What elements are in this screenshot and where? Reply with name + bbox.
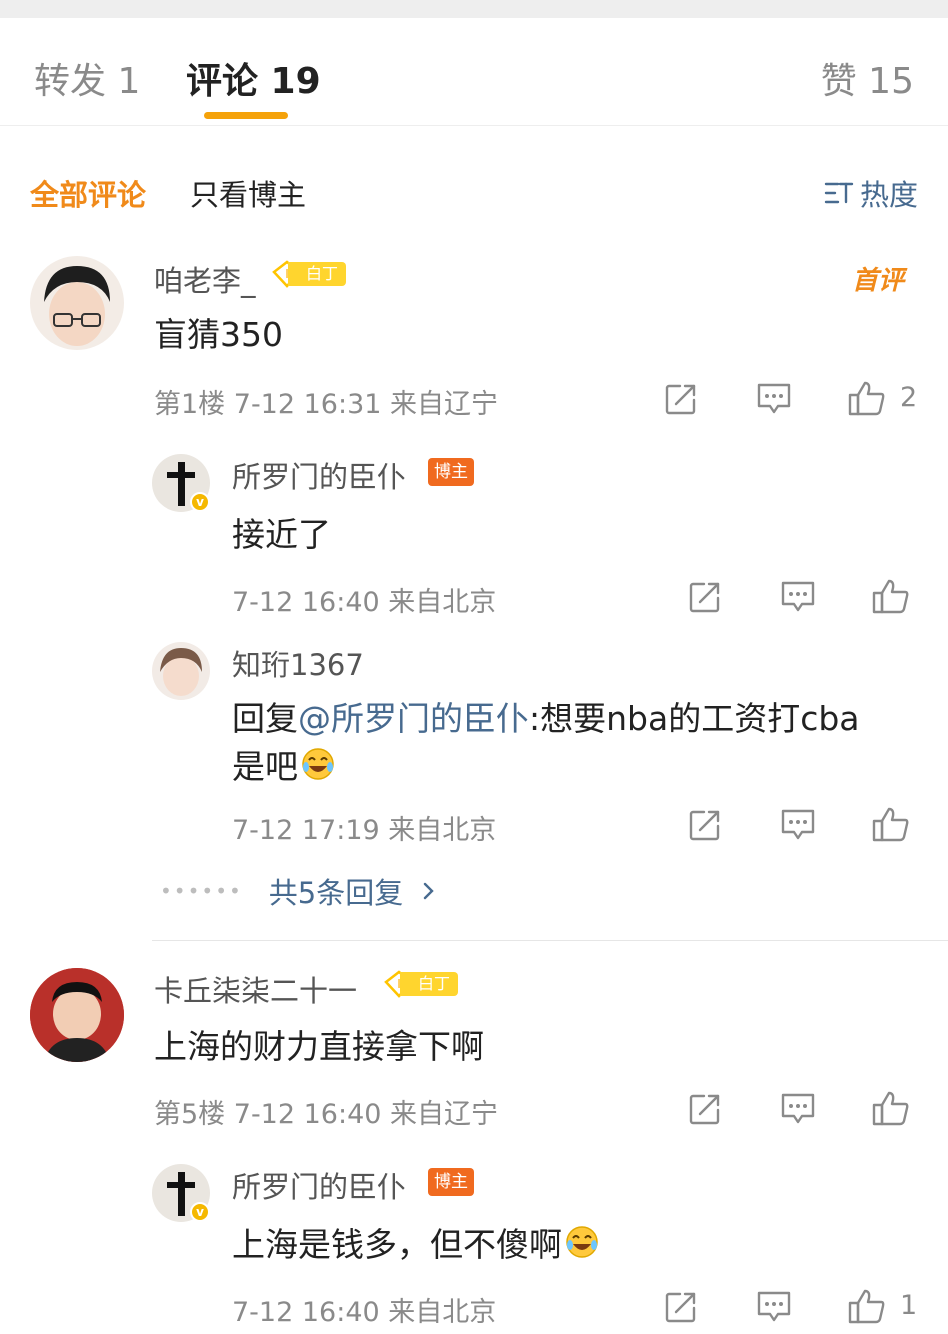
tab-bar: 转发 1 评论 19 赞 15 bbox=[0, 18, 948, 126]
reply-prefix: 回复 bbox=[232, 699, 298, 738]
reply-meta: 7-12 16:40 来自北京 bbox=[232, 587, 497, 618]
reply-username[interactable]: 所罗门的臣仆 bbox=[232, 1164, 406, 1206]
comment-meta: 第1楼 7-12 16:31 来自辽宁 bbox=[154, 389, 499, 420]
like-icon[interactable] bbox=[848, 380, 886, 416]
share-icon[interactable] bbox=[688, 1092, 722, 1126]
comment-icon[interactable] bbox=[756, 1290, 792, 1324]
comment-text: 盲猜350 bbox=[154, 315, 283, 354]
verified-icon: v bbox=[190, 1202, 210, 1222]
like-icon[interactable] bbox=[872, 578, 910, 614]
comment-filter-bar: 全部评论 只看博主 热度 bbox=[0, 160, 948, 220]
laugh-cry-emoji-icon bbox=[302, 748, 334, 780]
avatar[interactable] bbox=[152, 642, 210, 700]
comment-username[interactable]: 卡丘柒柒二十一 bbox=[154, 968, 357, 1010]
reply-username[interactable]: 知珩1367 bbox=[232, 642, 364, 684]
tab-likes[interactable]: 赞 15 bbox=[821, 52, 914, 104]
chevron-right-icon bbox=[424, 882, 434, 900]
filter-author-only[interactable]: 只看博主 bbox=[190, 172, 306, 214]
reply-text: 上海是钱多，但不傻啊 bbox=[232, 1225, 562, 1264]
mention-link[interactable]: @所罗门的臣仆 bbox=[298, 699, 529, 738]
share-icon[interactable] bbox=[664, 1290, 698, 1324]
comment-icon[interactable] bbox=[780, 1092, 816, 1126]
reply-text-line2: 是吧 bbox=[232, 740, 336, 788]
reply-text: 接近了 bbox=[232, 515, 331, 554]
comment-text: 上海的财力直接拿下啊 bbox=[154, 1027, 484, 1066]
verified-icon: v bbox=[190, 492, 210, 512]
level-badge: I 白丁 bbox=[384, 970, 459, 998]
like-icon[interactable] bbox=[872, 806, 910, 842]
reply-body: :想要nba的工资打cba bbox=[529, 699, 860, 738]
reply-text-line1: 回复@所罗门的臣仆:想要nba的工资打cba bbox=[232, 692, 860, 740]
like-count: 1 bbox=[900, 1290, 918, 1321]
share-icon[interactable] bbox=[688, 808, 722, 842]
author-badge: 博主 bbox=[428, 458, 474, 486]
avatar[interactable] bbox=[30, 968, 124, 1062]
like-count: 2 bbox=[900, 382, 918, 413]
reply-meta: 7-12 16:40 来自北京 bbox=[232, 1297, 497, 1328]
level-badge: I 白丁 bbox=[272, 260, 347, 288]
comment-meta: 第5楼 7-12 16:40 来自辽宁 bbox=[154, 1099, 499, 1130]
author-badge: 博主 bbox=[428, 1168, 474, 1196]
reply-text-row: 上海是钱多，但不傻啊 bbox=[232, 1218, 600, 1266]
active-tab-indicator bbox=[204, 112, 288, 119]
sort-button[interactable]: 热度 bbox=[824, 172, 918, 214]
filter-all-comments[interactable]: 全部评论 bbox=[30, 172, 146, 214]
top-strip bbox=[0, 0, 948, 18]
share-icon[interactable] bbox=[664, 382, 698, 416]
avatar[interactable] bbox=[30, 256, 124, 350]
reply-username[interactable]: 所罗门的臣仆 bbox=[232, 454, 406, 496]
laugh-cry-emoji-icon bbox=[566, 1226, 598, 1258]
tab-comments[interactable]: 评论 19 bbox=[186, 52, 321, 104]
sort-label: 热度 bbox=[859, 178, 918, 212]
comment-icon[interactable] bbox=[780, 580, 816, 614]
comment-icon[interactable] bbox=[756, 382, 792, 416]
dots-separator: •••••• bbox=[160, 879, 243, 903]
like-icon[interactable] bbox=[872, 1090, 910, 1126]
like-icon[interactable] bbox=[848, 1288, 886, 1324]
first-comment-tag: 首评 bbox=[852, 266, 905, 296]
more-replies-label: 共5条回复 bbox=[268, 876, 404, 910]
sort-icon bbox=[824, 182, 854, 204]
comment-username[interactable]: 咱老李_ bbox=[154, 258, 256, 300]
tab-repost[interactable]: 转发 1 bbox=[34, 52, 140, 104]
more-replies-link[interactable]: •••••• 共5条回复 bbox=[160, 870, 441, 912]
comment-icon[interactable] bbox=[780, 808, 816, 842]
share-icon[interactable] bbox=[688, 580, 722, 614]
reply-body-cont: 是吧 bbox=[232, 747, 298, 786]
reply-meta: 7-12 17:19 来自北京 bbox=[232, 815, 497, 846]
comment-divider bbox=[152, 940, 948, 941]
